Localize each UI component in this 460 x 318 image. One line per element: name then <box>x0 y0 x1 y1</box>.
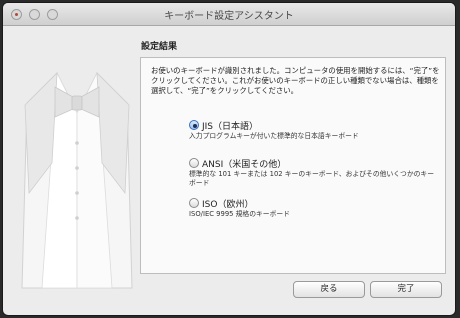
radio-iso[interactable] <box>189 198 199 208</box>
title-bar: キーボード設定アシスタント <box>3 3 455 26</box>
option-jis-description: 入力プログラムキーが付いた標準的な日本語キーボード <box>189 132 359 140</box>
option-iso-label: ISO（欧州） <box>202 200 254 210</box>
radio-ansi[interactable] <box>189 158 199 168</box>
assistant-window: キーボード設定アシスタント 設定結果 お使いのキーボードが識別されました。コンピ… <box>3 3 455 315</box>
window-title: キーボード設定アシスタント <box>164 11 294 22</box>
intro-text: お使いのキーボードが識別されました。コンピュータの使用を開始するには、“完了”を… <box>151 66 440 95</box>
result-panel: お使いのキーボードが識別されました。コンピュータの使用を開始するには、“完了”を… <box>140 57 446 274</box>
done-button[interactable]: 完了 <box>370 281 442 298</box>
option-ansi-description: 標準的な 101 キーまたは 102 キーのキーボード、およびその他いくつかのキ… <box>189 170 435 187</box>
back-button[interactable]: 戻る <box>293 281 365 298</box>
section-heading: 設定結果 <box>141 42 178 52</box>
tuxedo-illustration-icon <box>21 71 133 289</box>
option-iso-description: ISO/IEC 9995 規格のキーボード <box>189 210 290 218</box>
option-ansi-label: ANSI（米国その他） <box>202 160 287 170</box>
option-jis-label: JIS（日本語） <box>202 122 259 132</box>
radio-jis[interactable] <box>189 120 199 130</box>
